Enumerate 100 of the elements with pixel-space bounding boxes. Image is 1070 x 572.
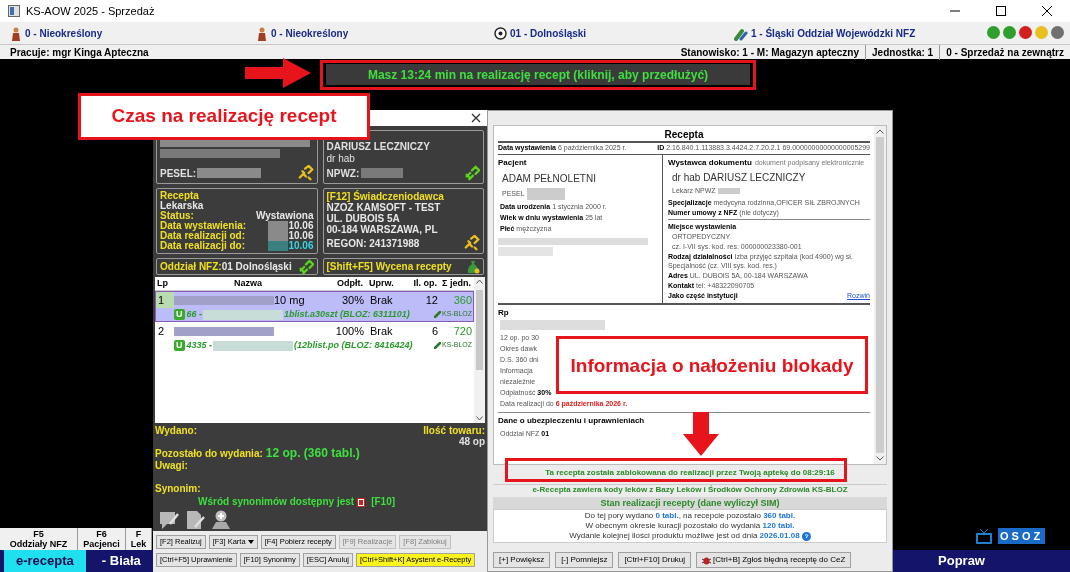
pills-icon [734,26,748,41]
close-icon[interactable] [471,113,481,123]
toolbar-button[interactable]: [Ctrl+F10] Drukuj [618,552,692,568]
blurred-block [268,241,289,251]
field-label: Wydano: [155,425,198,438]
tab[interactable]: - Biała [89,550,153,572]
field-label: Data realizacji od: [160,231,246,241]
bloz-note: e-Recepta zawiera kody leków z Bazy Leków i Środków Ochrony Zdrowia KS-BLOZ [493,484,887,495]
scroll-up-icon[interactable] [476,279,483,284]
person-icon [256,26,268,41]
money-bag-icon [466,259,480,274]
field-label: Data realizacji do: [160,241,246,251]
user-label: Pracuje: mgr Kinga Apteczna [10,45,149,60]
pricing-panel[interactable]: [Shift+F5] Wycena recepty [322,258,484,275]
table-cell-text: 66 - [186,307,202,321]
section-heading: Wystawca dokumentu [668,157,752,169]
section-heading: Dane o ubezpieczeniu i uprawnieniach [498,415,646,427]
block-message: Ta recepta została zablokowana do realizacji przez Twoją aptekę do 08:29:16 [545,467,835,478]
status-line: Wydanie kolejnej ilości produktu możliwe jest od dnia 2026.01.08 [569,531,800,541]
column-header: Nazwa [233,276,263,290]
blurred-block [498,247,553,256]
pill-icon [434,311,442,318]
column-header: Uprw. [368,276,395,290]
person-icon [10,26,22,41]
callout-label: Informacja o nałożeniu blokady [556,336,868,394]
logo: OSOZ [998,528,1046,544]
field-label: Ilość towaru: [423,425,485,436]
table-cell-text: 4335 - [186,338,213,352]
field-label: NPWZ: [326,166,360,181]
doctor-name: DARIUSZ LECZNICZY [326,141,431,153]
blurred-block [268,231,289,241]
scroll-down-icon[interactable] [876,456,884,461]
callout-label: Czas na realizację recept [78,93,370,140]
scrollbar[interactable] [474,277,485,423]
scrollbar[interactable] [874,126,886,464]
pricing-label: [Shift+F5] Wycena recepty [326,260,452,274]
table-cell-text: 6 [430,323,438,339]
scroll-up-icon[interactable] [876,129,884,134]
edit-button[interactable]: Popraw [938,551,985,571]
help-icon[interactable] [801,531,811,541]
broken-chain-icon[interactable] [297,165,314,181]
blurred-block [526,188,565,200]
u-badge: U [174,340,185,351]
field-label: PESEL: [160,166,197,181]
chain-link-icon[interactable] [464,165,480,181]
scroll-down-icon[interactable] [476,416,483,421]
field-label: Pozostało do wydania: [155,447,263,460]
regon-label: REGON: 241371988 [326,237,420,249]
status-label: 01 - Dolnośląski [510,27,587,41]
document-edit-icon[interactable] [185,510,205,530]
field-label: Status: [160,211,194,221]
timer-button[interactable]: Masz 13:24 min na realizację recept (kliknij, aby przedłużyć) [326,64,750,85]
table-cell-text: Brak [369,323,394,339]
table-cell-text: 1blist.a30szt (BLOZ: 6311101) [284,307,410,321]
tablet-icon [357,497,366,507]
column-header: Il. op. [412,276,437,290]
field-label: Uwagi: [155,460,189,471]
section-heading: Rp [498,307,510,318]
provider-line: UL. DUBOIS 5A [326,213,401,224]
toolbar-button[interactable]: [+] Powiększ [493,552,551,568]
status-line: Do tej pory wydano 0 tabl., na recepcie pozostało 360 tabl. [584,511,796,521]
bug-icon [702,555,712,565]
tv-icon [975,529,993,545]
table-cell-text: 12 [424,292,438,308]
synonym-text: Wśród synonimów dostępny jest [198,496,355,508]
status-line: W obecnym okresie kuracji pozostało do wydania 120 tabl. [585,521,795,531]
field-value: 10.06 [288,241,314,251]
arrow-icon [245,58,311,88]
u-badge: U [174,309,185,320]
field-label: Data wystawienia: [160,221,247,231]
caret-icon [247,540,254,544]
tab[interactable]: e-recepta [4,550,86,572]
patient-name: ADAM PEŁNOLETNI [501,172,597,186]
toolbar-button[interactable]: [Ctrl+B] Zgłoś błędną receptę do CeZ [696,552,852,568]
prescription-note-icon[interactable] [159,510,179,530]
field-value: 48 op [458,436,485,447]
column-header: Σ jedn. [441,276,471,290]
table-cell-text: Brak [369,292,394,308]
panel-title: [F12] Świadczeniodawca [326,191,445,202]
column-header: Lp [156,276,169,290]
field-value: 01 Dolnośląski [221,260,292,274]
location-pin-icon[interactable] [211,510,231,530]
broken-chain-icon[interactable] [464,235,480,251]
table-cell-text: 720 [452,323,472,339]
table-cell-text: (12blist.po (BLOZ: 8416424) [294,338,413,352]
doctor-title: dr hab [326,153,356,165]
arrow-icon [683,412,719,456]
chain-link-icon[interactable] [297,258,314,275]
prescription-type: Lekarska [160,201,205,211]
status-label: 0 - Nieokreślony [271,27,349,41]
doctor-name: dr hab DARIUSZ LECZNICZY [671,171,807,185]
table-cell-text: 10 mg [274,292,305,308]
panel-title: Recepta [160,191,199,201]
provider-line: NZOZ KAMSOFT - TEST [326,202,442,213]
section-heading: Pacjent [498,157,528,169]
field-value: 12 op. (360 tabl.) [265,447,360,460]
field-value: Wystawiona [255,211,314,221]
unit-label: Jednostka: 1 [865,44,940,60]
table-cell: 1 [156,291,174,309]
toolbar-button[interactable]: [-] Pomniejsz [555,552,614,568]
